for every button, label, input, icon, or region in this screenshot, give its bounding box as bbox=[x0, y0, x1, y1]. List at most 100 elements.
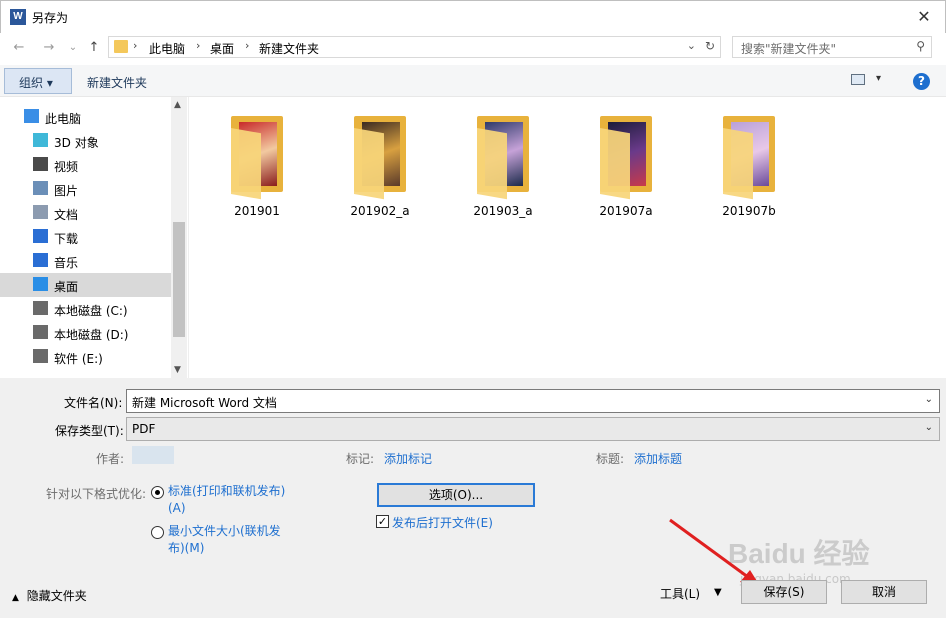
help-icon[interactable]: ? bbox=[913, 73, 930, 90]
sidebar-item[interactable]: 此电脑 bbox=[0, 105, 171, 129]
sidebar-item-label: 此电脑 bbox=[45, 112, 82, 126]
picture-icon bbox=[33, 181, 48, 195]
forward-arrow-icon[interactable]: → bbox=[40, 39, 58, 57]
chevron-right-icon[interactable]: › bbox=[196, 39, 200, 52]
drive-c-icon bbox=[33, 301, 48, 315]
open-after-publish-checkbox[interactable]: ✓ bbox=[376, 515, 389, 528]
navigation-pane: 此电脑 3D 对象 视频图片文档下载音乐桌面本地磁盘 (C:) 本地磁盘 (D:) 软件… bbox=[0, 97, 171, 378]
folder-flap bbox=[477, 128, 507, 200]
chevron-down-icon[interactable]: ⌄ bbox=[925, 422, 933, 433]
radio-minimum-size-label[interactable]: 最小文件大小(联机发 布)(M) bbox=[168, 523, 281, 557]
sidebar-item-label: 音乐 bbox=[54, 256, 79, 270]
folder-item[interactable]: 201901 bbox=[213, 114, 301, 224]
add-tags-link[interactable]: 添加标记 bbox=[384, 450, 432, 467]
recent-locations-icon[interactable]: ⌄ bbox=[64, 39, 82, 57]
breadcrumb-this-pc[interactable]: 此电脑 bbox=[149, 40, 185, 57]
folder-flap bbox=[723, 128, 753, 200]
chevron-down-icon[interactable]: ⌄ bbox=[925, 394, 933, 405]
search-icon[interactable]: ⚲ bbox=[916, 39, 925, 53]
filetype-value[interactable]: PDF bbox=[132, 422, 155, 436]
sidebar-item[interactable]: 视频 bbox=[0, 153, 171, 177]
hide-folders-label[interactable]: 隐藏文件夹 bbox=[27, 589, 87, 603]
radio-standard-label[interactable]: 标准(打印和联机发布) (A) bbox=[168, 483, 285, 517]
refresh-icon[interactable]: ↻ bbox=[705, 39, 715, 53]
sidebar-item-label: 软件 (E:) bbox=[54, 352, 103, 366]
open-after-publish-label[interactable]: 发布后打开文件(E) bbox=[392, 514, 493, 531]
folder-item[interactable]: 201903_a bbox=[459, 114, 547, 224]
chevron-down-icon[interactable]: ⌄ bbox=[687, 39, 696, 52]
folder-name: 201907a bbox=[599, 204, 653, 218]
filename-field[interactable]: 新建 Microsoft Word 文档 ⌄ bbox=[126, 389, 940, 413]
radio-standard[interactable] bbox=[151, 486, 164, 499]
tools-menu[interactable]: 工具(L) bbox=[660, 585, 700, 602]
sidebar-item[interactable]: 桌面 bbox=[0, 273, 171, 297]
folder-name: 201902_a bbox=[350, 204, 410, 218]
sidebar-item-label: 图片 bbox=[54, 184, 79, 198]
document-icon bbox=[33, 205, 48, 219]
optimize-label: 针对以下格式优化: bbox=[46, 487, 147, 501]
radio-minimum-size[interactable] bbox=[151, 526, 164, 539]
author-label: 作者: bbox=[96, 452, 125, 466]
view-mode-icon[interactable] bbox=[851, 74, 865, 85]
sidebar-item[interactable]: 本地磁盘 (C:) bbox=[0, 297, 171, 321]
tools-dropdown-icon[interactable]: ▼ bbox=[714, 587, 722, 598]
file-list: 201901 201902_a 201903_a 201907a 201907b bbox=[188, 97, 946, 378]
cube-3d-icon bbox=[33, 133, 48, 147]
sidebar-item-label: 桌面 bbox=[54, 280, 79, 294]
sidebar-item[interactable]: 文档 bbox=[0, 201, 171, 225]
sidebar-item[interactable]: 软件 (E:) bbox=[0, 345, 171, 369]
scrollbar-thumb[interactable] bbox=[173, 222, 185, 337]
folder-flap bbox=[600, 128, 630, 200]
hide-folders-toggle[interactable]: ▲ 隐藏文件夹 bbox=[12, 587, 87, 604]
folder-flap bbox=[354, 128, 384, 200]
folder-flap bbox=[231, 128, 261, 200]
folder-item[interactable]: 201907a bbox=[582, 114, 670, 224]
filename-value[interactable]: 新建 Microsoft Word 文档 bbox=[132, 394, 277, 411]
organize-button[interactable]: 组织 ▾ bbox=[4, 68, 72, 94]
search-placeholder: 搜索"新建文件夹" bbox=[741, 42, 837, 56]
sidebar-scrollbar[interactable]: ▲ ▼ bbox=[171, 97, 187, 378]
title-bar: W 另存为 ✕ bbox=[0, 0, 946, 33]
folder-item[interactable]: 201907b bbox=[705, 114, 793, 224]
save-button[interactable]: 保存(S) bbox=[741, 580, 827, 604]
download-icon bbox=[33, 229, 48, 243]
window-title: 另存为 bbox=[32, 11, 69, 25]
breadcrumb-new-folder[interactable]: 新建文件夹 bbox=[259, 40, 319, 57]
chevron-up-icon[interactable]: ▲ bbox=[12, 593, 19, 603]
sidebar-item[interactable]: 音乐 bbox=[0, 249, 171, 273]
sidebar-item[interactable]: 下载 bbox=[0, 225, 171, 249]
sidebar-item-label: 本地磁盘 (C:) bbox=[54, 304, 128, 318]
chevron-right-icon[interactable]: › bbox=[133, 39, 137, 52]
search-input[interactable]: 搜索"新建文件夹" ⚲ bbox=[732, 36, 932, 58]
sidebar-item[interactable]: 图片 bbox=[0, 177, 171, 201]
author-field[interactable] bbox=[132, 446, 174, 464]
sidebar-item[interactable]: 3D 对象 bbox=[0, 129, 171, 153]
chevron-right-icon[interactable]: › bbox=[245, 39, 249, 52]
drive-e-icon bbox=[33, 349, 48, 363]
filename-label: 文件名(N): bbox=[64, 396, 123, 410]
breadcrumb-desktop[interactable]: 桌面 bbox=[210, 40, 234, 57]
word-app-icon: W bbox=[10, 9, 26, 25]
up-arrow-icon[interactable]: ↑ bbox=[85, 39, 103, 57]
view-dropdown-icon[interactable]: ▾ bbox=[876, 73, 881, 84]
new-folder-button[interactable]: 新建文件夹 bbox=[87, 74, 147, 91]
add-title-link[interactable]: 添加标题 bbox=[634, 450, 682, 467]
folder-icon bbox=[114, 40, 128, 53]
options-button[interactable]: 选项(O)... bbox=[377, 483, 535, 507]
folder-name: 201903_a bbox=[473, 204, 533, 218]
cancel-button[interactable]: 取消 bbox=[841, 580, 927, 604]
address-bar[interactable]: › 此电脑 › 桌面 › 新建文件夹 ⌄ ↻ bbox=[108, 36, 721, 58]
back-arrow-icon[interactable]: ← bbox=[10, 39, 28, 57]
filetype-select[interactable]: PDF ⌄ bbox=[126, 417, 940, 441]
sidebar-item[interactable]: 本地磁盘 (D:) bbox=[0, 321, 171, 345]
folder-item[interactable]: 201902_a bbox=[336, 114, 424, 224]
close-button[interactable]: ✕ bbox=[903, 1, 945, 33]
video-icon bbox=[33, 157, 48, 171]
filetype-label: 保存类型(T): bbox=[55, 424, 124, 438]
scroll-down-icon[interactable]: ▼ bbox=[174, 365, 181, 375]
folder-name: 201901 bbox=[234, 204, 280, 218]
tags-label: 标记: bbox=[346, 452, 375, 466]
scroll-up-icon[interactable]: ▲ bbox=[174, 100, 181, 110]
computer-icon bbox=[24, 109, 39, 123]
sidebar-item-label: 文档 bbox=[54, 208, 79, 222]
